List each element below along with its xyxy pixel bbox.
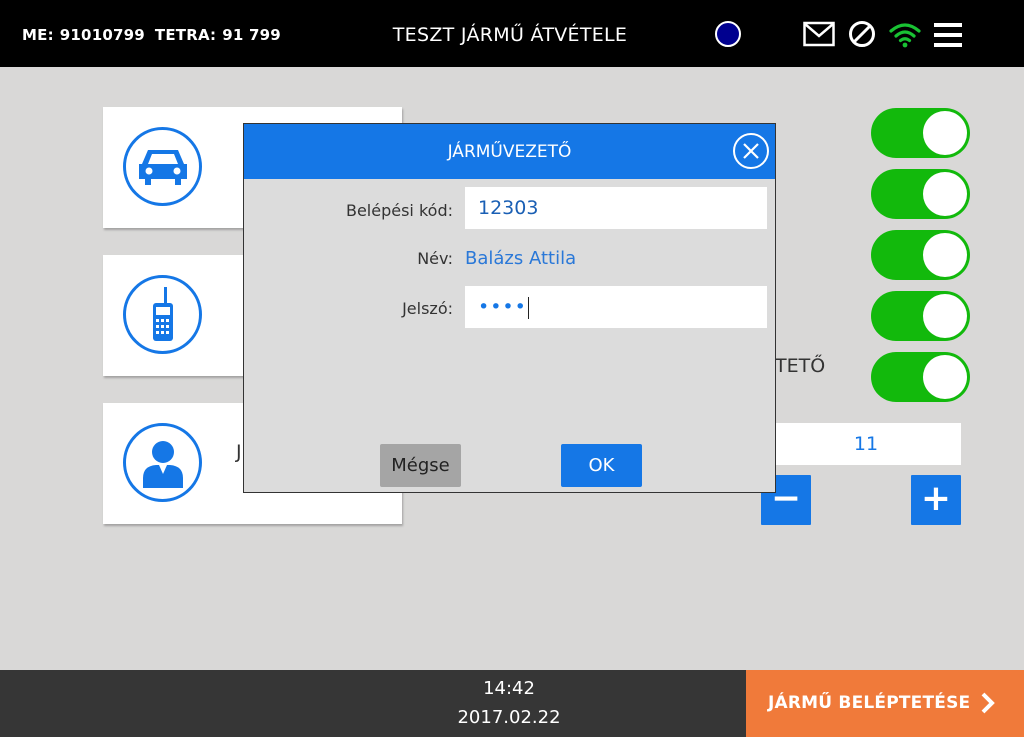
- tetra-value: 91 799: [222, 26, 281, 44]
- status-indicator: [715, 21, 741, 47]
- person-icon: [123, 423, 202, 502]
- close-icon: [743, 143, 759, 159]
- blocked-icon[interactable]: [848, 20, 876, 52]
- clock-time: 14:42: [483, 678, 535, 699]
- code-field[interactable]: 12303: [465, 187, 767, 229]
- name-label: Név:: [417, 249, 453, 268]
- vehicle-checkin-label: JÁRMŰ BELÉPTETÉSE: [768, 693, 971, 713]
- driver-login-dialog: JÁRMŰVEZETŐ Belépési kód: 12303 Név: Bal…: [243, 123, 776, 493]
- toggle-3[interactable]: [871, 230, 970, 280]
- increment-button[interactable]: +: [911, 475, 961, 525]
- mail-icon[interactable]: [803, 20, 835, 52]
- counter-value: 11: [771, 423, 961, 465]
- tetra-label: TETRA:: [154, 26, 217, 44]
- password-dots: ••••: [478, 296, 527, 318]
- top-bar: ME: 91010799 TETRA: 91 799 TESZT JÁRMŰ ÁTVÉ…: [0, 0, 1024, 67]
- toggle-knob: [923, 172, 967, 216]
- page-title: TESZT JÁRMŰ ÁTVÉTELE: [392, 24, 628, 46]
- text-cursor: [527, 296, 529, 319]
- toggle-knob: [923, 355, 967, 399]
- chevron-right-icon: [981, 692, 995, 714]
- toggle-knob: [923, 294, 967, 338]
- vehicle-checkin-button[interactable]: JÁRMŰ BELÉPTETÉSE: [746, 670, 1024, 737]
- code-label: Belépési kód:: [345, 201, 453, 220]
- dialog-header: JÁRMŰVEZETŐ: [244, 124, 775, 179]
- clock-date: 2017.02.22: [457, 707, 561, 728]
- close-button[interactable]: [733, 133, 769, 169]
- toggle-knob: [923, 233, 967, 277]
- car-icon: [123, 127, 202, 206]
- ok-button[interactable]: OK: [561, 444, 642, 487]
- me-label: ME:: [22, 26, 54, 44]
- toggle-5-label: TETŐ: [775, 355, 826, 377]
- wifi-icon[interactable]: [889, 22, 921, 52]
- toggle-4[interactable]: [871, 291, 970, 341]
- password-field[interactable]: ••••: [465, 286, 767, 328]
- radio-icon: [123, 275, 202, 354]
- dialog-title: JÁRMŰVEZETŐ: [447, 142, 572, 162]
- cancel-button[interactable]: Mégse: [380, 444, 461, 487]
- me-value: 91010799: [59, 26, 145, 44]
- toggle-2[interactable]: [871, 169, 970, 219]
- menu-icon[interactable]: [934, 23, 962, 51]
- name-value: Balázs Attila: [465, 248, 577, 269]
- toggle-5[interactable]: [871, 352, 970, 402]
- device-ids: ME: 91010799 TETRA: 91 799: [22, 26, 281, 44]
- toggle-1[interactable]: [871, 108, 970, 158]
- card-driver-label: J: [236, 441, 242, 463]
- footer-bar: 14:42 2017.02.22 JÁRMŰ BELÉPTETÉSE: [0, 670, 1024, 737]
- toggle-knob: [923, 111, 967, 155]
- password-label: Jelszó:: [402, 299, 453, 318]
